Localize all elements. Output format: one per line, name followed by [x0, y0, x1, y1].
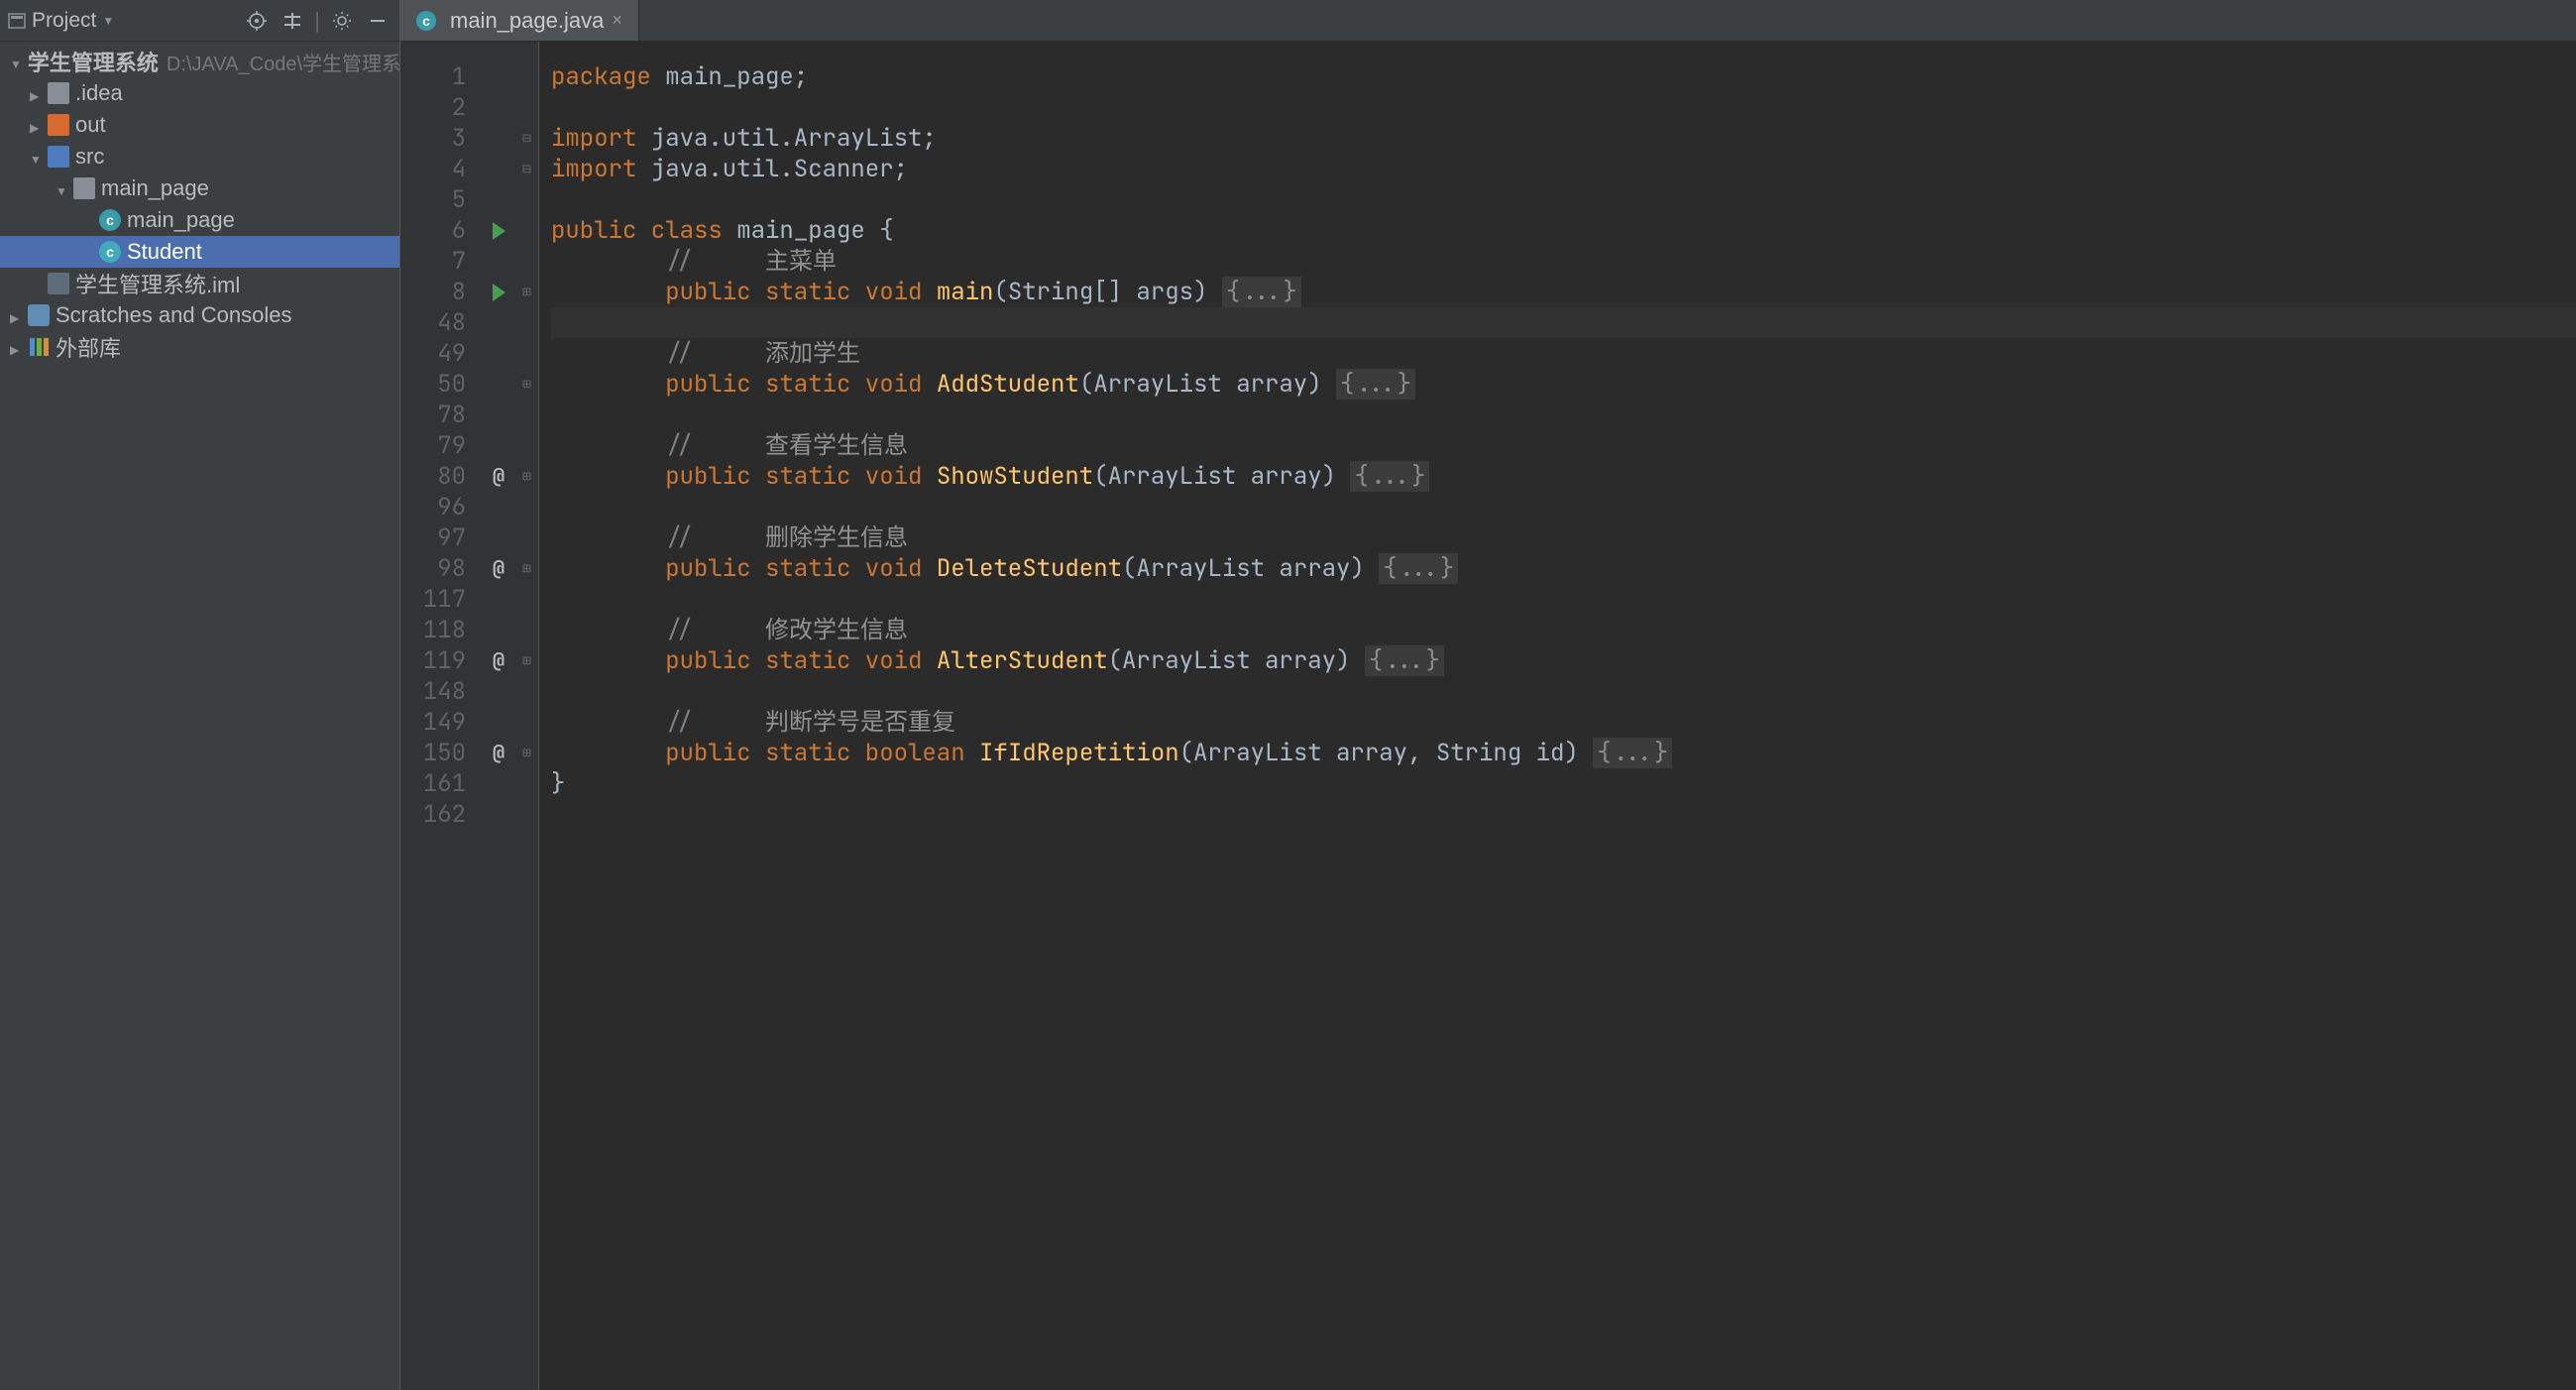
folder-icon [48, 82, 69, 104]
separator: | [314, 8, 320, 34]
locate-icon[interactable] [243, 7, 271, 35]
tree-external-libs[interactable]: 外部库 [0, 331, 399, 363]
project-header: Project ▼ | [0, 0, 399, 42]
tree-root[interactable]: 学生管理系统 D:\JAVA_Code\学生管理系统 [0, 46, 399, 77]
tree-folder-idea[interactable]: .idea [0, 77, 399, 109]
run-icon[interactable] [493, 222, 505, 240]
class-icon: c [99, 209, 121, 231]
tree-root-path: D:\JAVA_Code\学生管理系统 [167, 48, 399, 76]
folder-icon [48, 146, 69, 168]
fold-closed-icon[interactable]: ⊞ [515, 553, 538, 584]
class-icon: c [416, 11, 436, 31]
override-icon[interactable]: @ [493, 738, 504, 768]
editor-area: c main_page.java × 123456784849507879809… [400, 0, 2576, 1390]
tab-label: main_page.java [450, 8, 604, 34]
scratches-icon [28, 304, 50, 326]
tab-main-page[interactable]: c main_page.java × [400, 0, 639, 41]
run-gutter[interactable]: @ @ @ @ [482, 42, 515, 1390]
override-icon[interactable]: @ [493, 553, 504, 584]
fold-closed-icon[interactable]: ⊞ [515, 461, 538, 492]
hide-icon[interactable] [364, 7, 392, 35]
tree-iml-file[interactable]: 学生管理系统.iml [0, 268, 399, 299]
dropdown-icon: ▼ [102, 14, 114, 28]
iml-icon [48, 273, 69, 294]
class-icon: c [99, 241, 121, 263]
run-icon[interactable] [493, 284, 505, 301]
fold-open-icon[interactable]: ⊟ [515, 154, 538, 184]
tree-class-mainpage[interactable]: c main_page [0, 204, 399, 236]
tree-folder-src[interactable]: src [0, 141, 399, 173]
code-content[interactable]: package main_page; import java.util.Arra… [539, 42, 2576, 1390]
lib-icon [28, 336, 50, 358]
fold-closed-icon[interactable]: ⊞ [515, 738, 538, 768]
tree-scratches[interactable]: Scratches and Consoles [0, 299, 399, 331]
expand-all-icon[interactable] [279, 7, 306, 35]
project-icon [8, 12, 26, 30]
tree-root-name: 学生管理系统 [28, 46, 159, 77]
fold-closed-icon[interactable]: ⊞ [515, 645, 538, 676]
fold-open-icon[interactable]: ⊟ [515, 123, 538, 154]
tree-folder-out[interactable]: out [0, 109, 399, 141]
tree-package-mainpage[interactable]: main_page [0, 173, 399, 204]
fold-gutter[interactable]: ⊟⊟ ⊞ ⊞ ⊞ ⊞ ⊞ ⊞ [515, 42, 539, 1390]
fold-closed-icon[interactable]: ⊞ [515, 369, 538, 400]
project-tree[interactable]: 学生管理系统 D:\JAVA_Code\学生管理系统 .idea out src [0, 42, 399, 1390]
settings-icon[interactable] [328, 7, 356, 35]
line-number-gutter: 1234567848495078798096979811711811914814… [400, 42, 482, 1390]
project-title[interactable]: Project ▼ [8, 9, 114, 33]
override-icon[interactable]: @ [493, 461, 504, 492]
project-title-text: Project [32, 9, 96, 33]
editor-tabs: c main_page.java × [400, 0, 2576, 42]
override-icon[interactable]: @ [493, 645, 504, 676]
folder-icon [48, 114, 69, 136]
editor-body[interactable]: 1234567848495078798096979811711811914814… [400, 42, 2576, 1390]
tree-class-student[interactable]: c Student [0, 236, 399, 268]
package-icon [73, 177, 95, 199]
fold-closed-icon[interactable]: ⊞ [515, 277, 538, 307]
project-tool-window: Project ▼ | 学生管理系统 D:\JAVA_Code\学生管理系统 .… [0, 0, 400, 1390]
close-tab-icon[interactable]: × [612, 10, 622, 31]
